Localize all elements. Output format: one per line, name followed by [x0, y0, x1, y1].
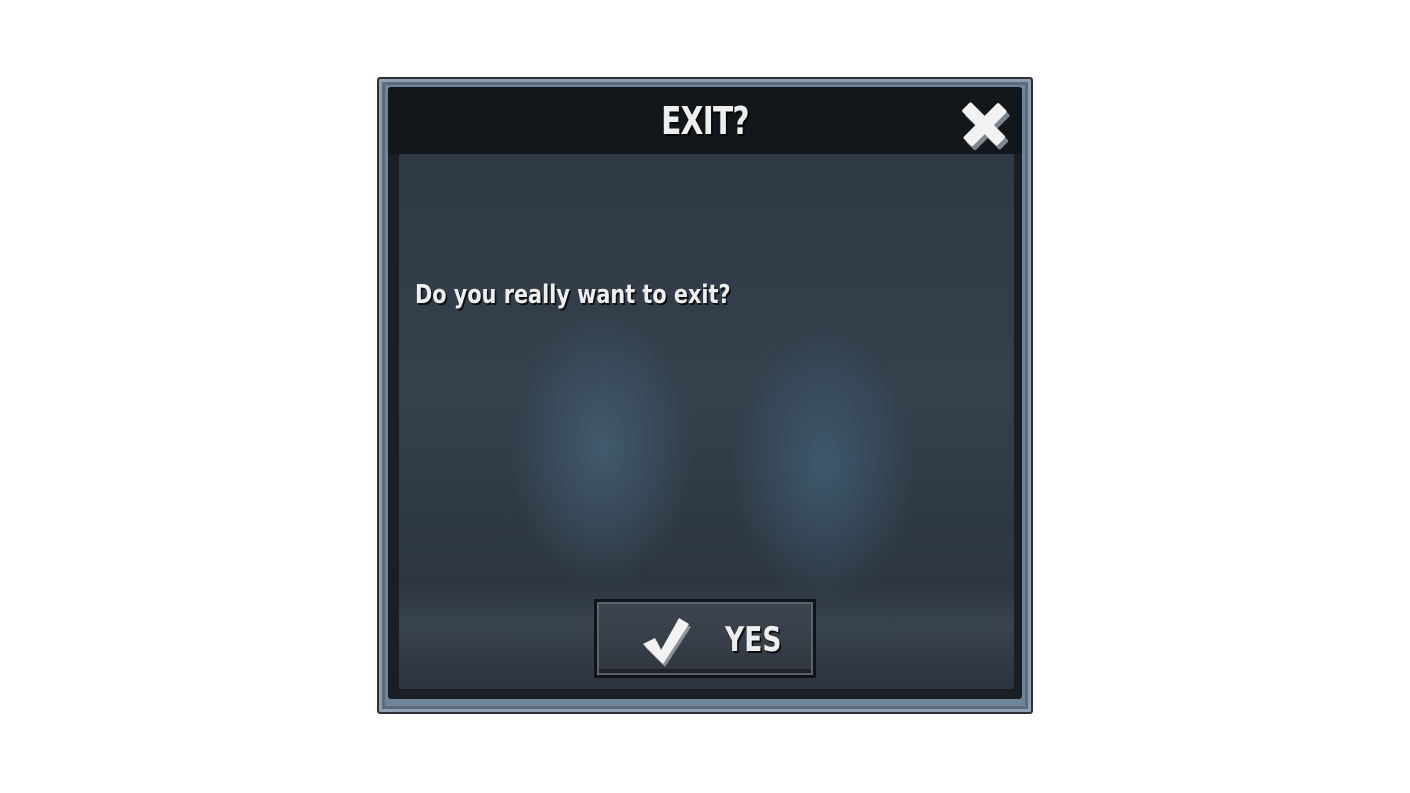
yes-button[interactable]: YES [594, 599, 816, 678]
close-icon [962, 102, 1010, 151]
dialog-message: Do you really want to exit? [415, 280, 731, 310]
screen: EXIT? Do you really want to exit? YES [0, 0, 1410, 793]
close-button[interactable] [954, 95, 1014, 155]
yes-button-label: YES [725, 620, 782, 660]
title-bar: EXIT? [388, 87, 1022, 154]
checkmark-icon [637, 612, 693, 668]
dialog-title: EXIT? [661, 99, 749, 143]
